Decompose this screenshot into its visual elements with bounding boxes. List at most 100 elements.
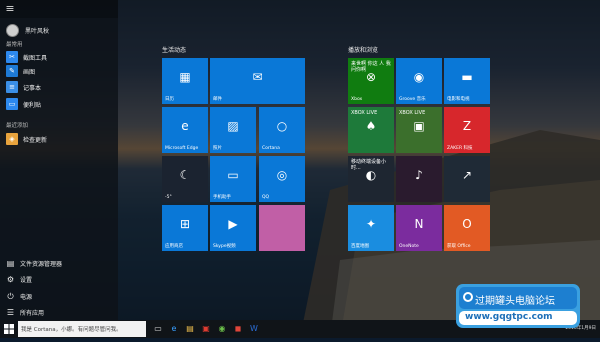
tile-skype-video[interactable]: ▶ Skype视频 xyxy=(210,205,256,251)
snipping-tool-icon: ✂ xyxy=(6,51,18,63)
tile-phone-companion[interactable]: ▭ 手机助手 xyxy=(210,156,256,202)
skype-video-icon: ▶ xyxy=(228,217,238,232)
tile-minecraft[interactable]: ▣ XBOX LIVE xyxy=(396,107,442,153)
tile-zaker[interactable]: Z ZAKER 科技 xyxy=(444,107,490,153)
tile-label: 邮件 xyxy=(213,97,222,102)
gear-icon: ⚙ xyxy=(6,274,15,284)
tile-label: Cortana xyxy=(262,146,280,151)
zaker-icon: Z xyxy=(462,119,472,134)
sticky-notes-icon: ▭ xyxy=(6,98,18,110)
tile-game-tile[interactable] xyxy=(259,205,305,251)
cortana-search-box[interactable]: 我是 Cortana，小娜。有问题尽管问我。 xyxy=(18,321,146,337)
tile-music-video[interactable]: ♪ xyxy=(396,156,442,202)
xbox-icon: ⊗ xyxy=(365,70,377,85)
user-account[interactable]: 黑叶风秋 xyxy=(6,24,49,37)
tile-label: QQ xyxy=(262,195,270,200)
word-icon[interactable]: W xyxy=(248,323,260,335)
edge-taskbar-icon[interactable]: e xyxy=(168,323,180,335)
start-button[interactable] xyxy=(0,320,18,338)
music-video-icon: ♪ xyxy=(415,168,423,183)
task-view-icon[interactable]: ▭ xyxy=(152,323,164,335)
groove-music-icon: ◉ xyxy=(413,70,425,85)
tile-onenote[interactable]: N OneNote xyxy=(396,205,442,251)
tile-qq[interactable]: ◎ QQ xyxy=(259,156,305,202)
watermark-url-bar: www.gqgtpc.com xyxy=(459,311,577,325)
tile-photos[interactable]: ▨ 照片 xyxy=(210,107,256,153)
search-placeholder: 我是 Cortana，小娜。有问题尽管问我。 xyxy=(21,327,122,333)
watermark-url: www.gqgtpc.com xyxy=(465,312,553,322)
tile-caption: XBOX LIVE xyxy=(399,110,426,116)
avatar xyxy=(6,24,19,37)
windows-logo-icon xyxy=(4,324,14,334)
movies-tv-icon: ▬ xyxy=(461,70,473,85)
tile-label: 应用商店 xyxy=(165,244,183,249)
paint-icon: ✎ xyxy=(6,65,18,77)
app-item[interactable]: ≡ 记事本 xyxy=(6,80,41,94)
tile-store[interactable]: ⊞ 应用商店 xyxy=(162,205,208,251)
app-item-label: 画图 xyxy=(23,68,36,76)
photos-icon: ▨ xyxy=(227,119,239,134)
tile-caption: 来世啊 你这 人 我问你啊 xyxy=(351,61,391,73)
tile-edge[interactable]: e Microsoft Edge xyxy=(162,107,208,153)
watermark-banner: 过期罐头电脑论坛 www.gqgtpc.com xyxy=(456,284,580,328)
tile-movies-tv[interactable]: ▬ 电影和电视 xyxy=(444,58,490,104)
bottom-nav-label: 文件资源管理器 xyxy=(20,260,63,268)
tile-cortana[interactable]: ○ Cortana xyxy=(259,107,305,153)
file-explorer-icon: ▤ xyxy=(6,258,15,268)
tile-label: 获取 Office xyxy=(447,244,471,249)
tile-caption: 移动终端设备小时... xyxy=(351,159,387,171)
user-name: 黑叶风秋 xyxy=(25,28,50,35)
recent-app-item[interactable]: ◈ 检查更新 xyxy=(6,132,47,146)
tile-xbox[interactable]: ⊗ 来世啊 你这 人 我问你啊 Xbox xyxy=(348,58,394,104)
tile-office[interactable]: O 获取 Office xyxy=(444,205,490,251)
tile-label: Microsoft Edge xyxy=(165,146,199,151)
rail-header: ≡ xyxy=(0,0,118,18)
cortana-icon: ○ xyxy=(276,119,288,134)
minecraft-icon: ▣ xyxy=(413,119,425,134)
most-used-label: 最常用 xyxy=(6,42,23,48)
bottom-nav-item[interactable]: ☰ 所有应用 xyxy=(6,306,44,318)
bottom-nav-item[interactable]: ⏻ 电源 xyxy=(6,290,32,302)
app-item[interactable]: ✂ 截图工具 xyxy=(6,50,47,64)
tile-baidu-map[interactable]: ✦ 百度地图 xyxy=(348,205,394,251)
calendar-icon: ▦ xyxy=(179,70,191,85)
edge-icon: e xyxy=(181,119,189,134)
tile-mail[interactable]: ✉ 邮件 xyxy=(210,58,305,104)
solitaire-icon: ♠ xyxy=(365,119,377,134)
start-menu: ≡ 黑叶风秋 最常用 ✂ 截图工具 ✎ 画图 ≡ 记事本 ▭ 便利贴 最近添加 ◈ 检查更新 ▤… xyxy=(0,0,600,320)
watermark-title-bar: 过期罐头电脑论坛 xyxy=(459,287,577,309)
phone-companion-icon: ▭ xyxy=(227,168,239,183)
qq-icon: ◎ xyxy=(276,168,288,183)
bottom-nav-item[interactable]: ▤ 文件资源管理器 xyxy=(6,257,62,269)
tile-news[interactable]: ◐ 移动终端设备小时... xyxy=(348,156,394,202)
tile-money[interactable]: ↗ xyxy=(444,156,490,202)
file-explorer-taskbar-icon[interactable]: ▤ xyxy=(184,323,196,335)
tile-label: ZAKER 科技 xyxy=(447,146,473,151)
tile-calendar[interactable]: ▦ 日历 xyxy=(162,58,208,104)
app-red-icon[interactable]: ▣ xyxy=(200,323,212,335)
app-item[interactable]: ▭ 便利贴 xyxy=(6,97,41,111)
recent-app-label: 检查更新 xyxy=(23,136,48,144)
office-icon: O xyxy=(462,217,472,232)
bottom-nav-label: 电源 xyxy=(20,293,33,301)
bottom-nav-item[interactable]: ⚙ 设置 xyxy=(6,273,32,285)
hamburger-menu-icon[interactable]: ≡ xyxy=(4,3,16,15)
all-apps-icon: ☰ xyxy=(6,307,15,317)
tile-groove-music[interactable]: ◉ Groove 音乐 xyxy=(396,58,442,104)
onenote-icon: N xyxy=(414,217,424,232)
tile-label: 日历 xyxy=(165,97,174,102)
app-green-icon[interactable]: ◉ xyxy=(216,323,228,335)
start-menu-left-rail: ≡ 黑叶风秋 最常用 ✂ 截图工具 ✎ 画图 ≡ 记事本 ▭ 便利贴 最近添加 ◈ 检查更新 ▤… xyxy=(0,0,118,320)
group-title-play: 播放和浏览 xyxy=(348,47,379,54)
app-red2-icon[interactable]: ◼ xyxy=(232,323,244,335)
update-icon: ◈ xyxy=(6,133,18,145)
money-icon: ↗ xyxy=(461,168,473,183)
recently-added-label: 最近添加 xyxy=(6,123,29,129)
tile-weather[interactable]: ☾ -5° xyxy=(162,156,208,202)
tile-label: 电影和电视 xyxy=(447,97,470,102)
tile-solitaire[interactable]: ♠ XBOX LIVE xyxy=(348,107,394,153)
tile-label: Skype视频 xyxy=(213,244,236,249)
bottom-nav-label: 所有应用 xyxy=(20,309,45,317)
watermark-logo-icon xyxy=(463,292,473,302)
app-item[interactable]: ✎ 画图 xyxy=(6,64,35,78)
